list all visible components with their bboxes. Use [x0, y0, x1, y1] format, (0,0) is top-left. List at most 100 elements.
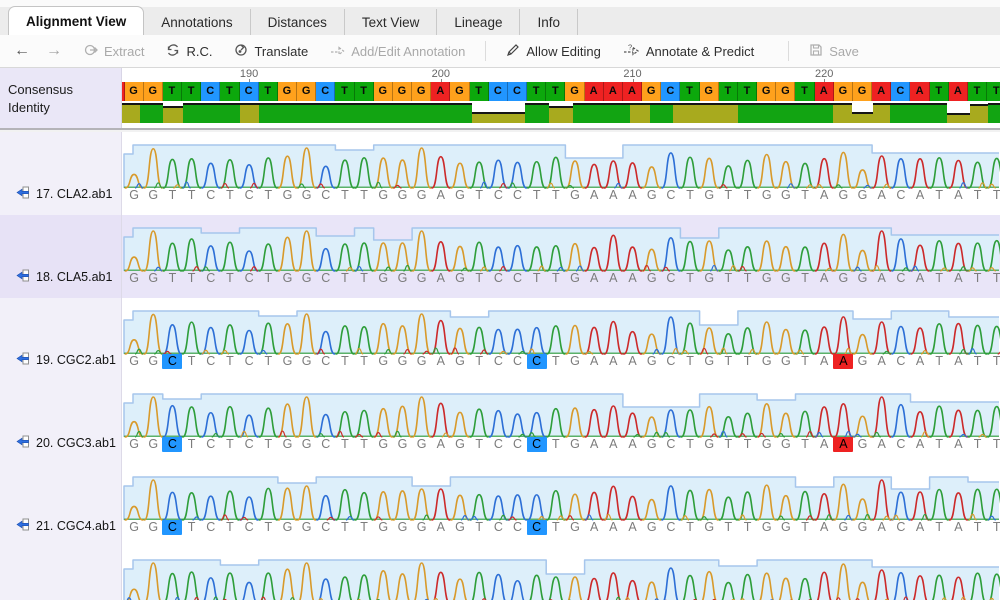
sequence-letters[interactable]: GGCTCTCTGGCTTGGGAGTCCCTGAAAGCTGTTGGTAAGA… — [122, 437, 1000, 453]
base[interactable]: C — [239, 188, 259, 203]
consensus-base[interactable]: A — [949, 82, 968, 101]
base[interactable]: G — [143, 271, 163, 286]
consensus-base[interactable]: G — [565, 82, 584, 101]
tab-distances[interactable]: Distances — [251, 9, 345, 35]
base[interactable]: C — [239, 271, 259, 286]
base[interactable]: T — [258, 437, 278, 452]
base[interactable]: C — [201, 354, 221, 369]
base[interactable]: T — [718, 188, 738, 203]
base[interactable]: G — [450, 188, 470, 203]
base[interactable]: T — [795, 188, 815, 203]
base[interactable]: G — [124, 354, 144, 369]
consensus-base[interactable]: A — [623, 82, 642, 101]
base[interactable]: T — [680, 437, 700, 452]
base[interactable]: G — [853, 354, 873, 369]
back-button[interactable]: ← — [12, 42, 32, 60]
base[interactable]: G — [565, 437, 585, 452]
consensus-base[interactable]: G — [144, 82, 163, 101]
row-name[interactable]: 19. CGC2.ab1 — [16, 352, 116, 368]
base[interactable]: G — [277, 271, 297, 286]
base[interactable]: T — [182, 271, 202, 286]
base[interactable]: T — [354, 271, 374, 286]
base[interactable]: T — [929, 437, 949, 452]
base[interactable]: C — [201, 271, 221, 286]
consensus-base[interactable]: G — [278, 82, 297, 101]
base[interactable]: A — [872, 520, 892, 535]
base[interactable]: C — [661, 188, 681, 203]
base[interactable]: T — [182, 188, 202, 203]
base[interactable]: A — [603, 520, 623, 535]
consensus-base[interactable]: T — [719, 82, 738, 101]
base[interactable]: T — [795, 271, 815, 286]
consensus-base[interactable]: G — [374, 82, 393, 101]
base[interactable]: T — [220, 437, 240, 452]
base[interactable]: A — [872, 271, 892, 286]
base[interactable]: G — [373, 520, 393, 535]
base[interactable]: T — [335, 354, 355, 369]
base[interactable]: T — [987, 520, 1000, 535]
base[interactable]: T — [469, 271, 489, 286]
consensus-base[interactable]: T — [930, 82, 949, 101]
base[interactable]: G — [124, 520, 144, 535]
row-name[interactable]: 18. CLA5.ab1 — [16, 269, 112, 285]
base[interactable]: A — [948, 188, 968, 203]
base[interactable]: T — [738, 271, 758, 286]
chromatogram-area[interactable]: GGCTCTCTGGCTTGGGAGTCCCTGAAAGCTGTTGGTAAGA… — [122, 298, 1000, 381]
base[interactable]: C — [488, 271, 508, 286]
tab-alignment-view[interactable]: Alignment View — [8, 6, 144, 35]
base[interactable]: C — [488, 354, 508, 369]
base[interactable]: G — [642, 437, 662, 452]
base[interactable]: T — [335, 188, 355, 203]
base[interactable]: T — [795, 354, 815, 369]
base[interactable]: G — [757, 354, 777, 369]
base[interactable]: T — [929, 520, 949, 535]
base[interactable]: C — [661, 354, 681, 369]
base[interactable]: T — [258, 354, 278, 369]
base[interactable]: G — [124, 437, 144, 452]
base[interactable]: T — [987, 437, 1000, 452]
base[interactable]: C — [891, 188, 911, 203]
base[interactable]: T — [335, 271, 355, 286]
base[interactable]: C — [201, 520, 221, 535]
base[interactable]: G — [277, 354, 297, 369]
base[interactable]: G — [373, 271, 393, 286]
base[interactable]: G — [143, 354, 163, 369]
chromatogram-area[interactable]: GGCTCTCTGGCTTGGGAGTCCCTGAAAGCTGTTGGTAAGA… — [122, 381, 1000, 464]
base[interactable]: G — [373, 188, 393, 203]
base[interactable]: A — [623, 437, 643, 452]
base[interactable]: G — [297, 188, 317, 203]
base[interactable]: G — [565, 520, 585, 535]
base[interactable]: A — [431, 188, 451, 203]
base[interactable]: A — [603, 188, 623, 203]
base[interactable]: C — [891, 437, 911, 452]
consensus-base[interactable]: T — [738, 82, 757, 101]
base[interactable]: T — [738, 520, 758, 535]
base[interactable]: G — [757, 188, 777, 203]
chromatogram-area[interactable]: GGCTCTCTGGCTTGGGAGTCCCTGAAAGCTGTTGGTAGGA… — [122, 464, 1000, 547]
base[interactable]: G — [124, 271, 144, 286]
base[interactable]: C — [508, 271, 528, 286]
base[interactable]: C — [508, 188, 528, 203]
base[interactable]: C — [661, 437, 681, 452]
consensus-base[interactable]: G — [297, 82, 316, 101]
base[interactable]: G — [699, 188, 719, 203]
base[interactable]: T — [968, 437, 988, 452]
add-edit-annotation-button[interactable]: Add/Edit Annotation — [328, 41, 467, 61]
base[interactable]: G — [373, 354, 393, 369]
base[interactable]: G — [853, 520, 873, 535]
base[interactable]: A — [431, 354, 451, 369]
base[interactable]: T — [220, 188, 240, 203]
base[interactable]: T — [738, 354, 758, 369]
consensus-base[interactable]: G — [450, 82, 469, 101]
consensus-base[interactable]: C — [240, 82, 259, 101]
row-name[interactable]: 20. CGC3.ab1 — [16, 435, 116, 451]
consensus-base[interactable]: A — [431, 82, 450, 101]
base[interactable]: G — [450, 271, 470, 286]
sequence-letters[interactable]: GGTTCTCTGGCTTGGGAGTCCTTGAAAGCTGTTGGTAGGA… — [122, 271, 1000, 287]
base[interactable]: C — [508, 354, 528, 369]
base[interactable]: G — [450, 437, 470, 452]
base[interactable]: G — [776, 520, 796, 535]
base[interactable]: T — [546, 271, 566, 286]
base[interactable]: G — [297, 520, 317, 535]
base[interactable]: T — [987, 271, 1000, 286]
